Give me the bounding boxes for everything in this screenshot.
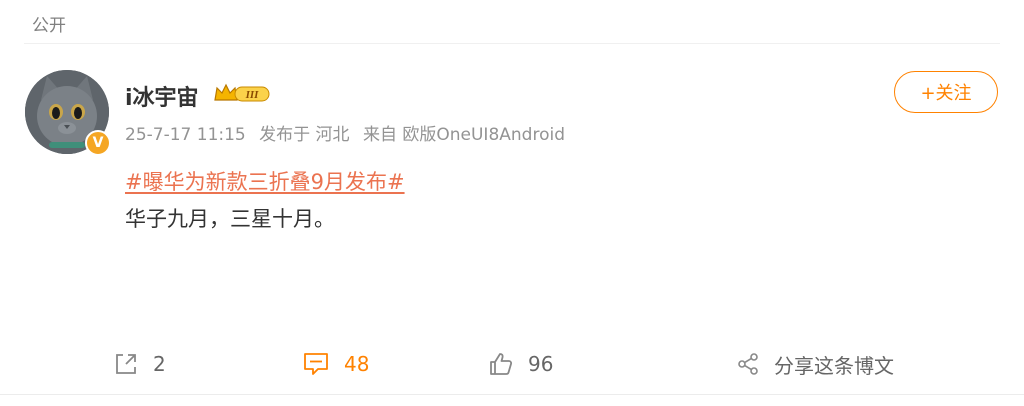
author-name[interactable]: i冰宇宙 <box>125 80 199 112</box>
visibility-label: 公开 <box>32 16 66 36</box>
divider <box>24 43 1000 44</box>
post-location: 发布于 河北 <box>259 125 350 145</box>
like-count: 96 <box>528 352 554 376</box>
thumbs-up-icon <box>490 353 513 375</box>
comment-count: 48 <box>344 352 370 376</box>
post-text: 华子九月，三星十月。 <box>125 207 335 231</box>
post-meta: 25-7-17 11:15 发布于 河北 来自 欧版OneUI8Android <box>125 120 573 145</box>
repost-count: 2 <box>153 352 166 376</box>
post-source: 来自 欧版OneUI8Android <box>362 125 565 145</box>
share-button[interactable]: 分享这条博文 <box>736 348 894 380</box>
comment-button[interactable]: 48 <box>302 348 369 380</box>
post-timestamp[interactable]: 25-7-17 11:15 <box>125 125 246 145</box>
verified-badge-icon: V <box>85 130 111 156</box>
share-label: 分享这条博文 <box>774 353 894 378</box>
level-crown-icon[interactable]: III <box>213 82 273 104</box>
repost-icon <box>116 354 136 374</box>
topic-hashtag-link[interactable]: #曝华为新款三折叠9月发布# <box>125 166 405 196</box>
divider <box>0 394 1024 395</box>
follow-button[interactable]: +关注 <box>894 71 998 113</box>
level-badge-text: III <box>245 89 260 101</box>
repost-button[interactable]: 2 <box>113 348 166 380</box>
share-icon <box>738 353 758 375</box>
comment-icon <box>304 353 328 375</box>
like-button[interactable]: 96 <box>488 348 553 380</box>
